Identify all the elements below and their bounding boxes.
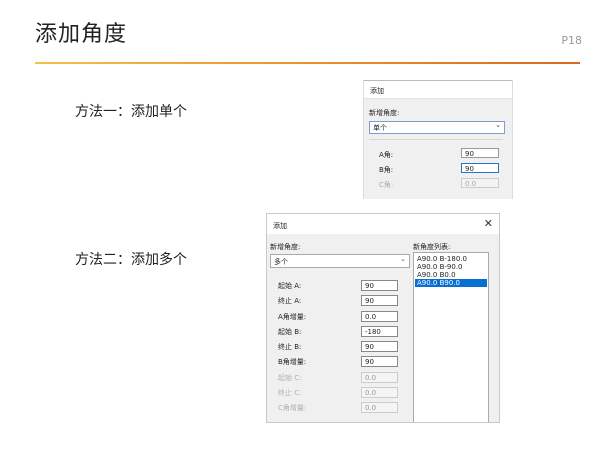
a-increment-label: A角增量: — [278, 313, 307, 321]
dialog-title: 添加 — [273, 222, 287, 230]
mode-select-value: 多个 — [274, 258, 288, 266]
a-angle-input[interactable]: 90 — [461, 148, 499, 158]
end-b-input[interactable]: 90 — [361, 341, 398, 352]
list-item[interactable]: A90.0 B-90.0 — [415, 263, 487, 271]
method-single-heading: 方法一：添加单个 — [75, 104, 187, 120]
end-a-label: 终止 A: — [278, 297, 302, 305]
b-angle-input[interactable]: 90 — [461, 163, 499, 173]
c-angle-label: C角: — [379, 181, 394, 189]
c-increment-input: 0.0 — [361, 402, 398, 413]
new-angle-label: 新增角度: — [369, 109, 400, 117]
end-b-label: 终止 B: — [278, 343, 302, 351]
page-number: P18 — [561, 34, 582, 47]
angle-listbox[interactable]: A90.0 B-180.0 A90.0 B-90.0 A90.0 B0.0 A9… — [413, 252, 489, 422]
end-c-label: 终止 C: — [278, 389, 302, 397]
dialog-title: 添加 — [370, 87, 384, 95]
b-increment-input[interactable]: 90 — [361, 356, 398, 367]
mode-select-value: 单个 — [373, 124, 387, 132]
close-icon[interactable]: ✕ — [484, 217, 493, 230]
start-b-input[interactable]: -180 — [361, 326, 398, 337]
start-c-input: 0.0 — [361, 372, 398, 383]
title-divider — [35, 62, 580, 64]
add-angle-dialog-single: 添加 新增角度: 单个 ⌄ A角: 90 B角: 90 C角: 0.0 — [363, 80, 513, 199]
chevron-down-icon[interactable]: ⌄ — [400, 255, 406, 263]
c-angle-input: 0.0 — [461, 178, 499, 188]
b-angle-label: B角: — [379, 166, 394, 174]
a-increment-input[interactable]: 0.0 — [361, 311, 398, 322]
angle-fields-group: A角: 90 B角: 90 C角: 0.0 — [369, 139, 503, 199]
list-item-selected[interactable]: A90.0 B90.0 — [415, 279, 487, 287]
chevron-down-icon[interactable]: ⌄ — [495, 121, 501, 129]
add-angle-dialog-multiple: 添加 ✕ 新增角度: 多个 ⌄ 起始 A: 90 终止 A: 90 A角增量: … — [266, 213, 500, 423]
end-c-input: 0.0 — [361, 387, 398, 398]
end-a-input[interactable]: 90 — [361, 295, 398, 306]
dialog-titlebar: 添加 ✕ — [267, 214, 499, 234]
a-angle-label: A角: — [379, 151, 394, 159]
start-c-label: 起始 C: — [278, 374, 302, 382]
dialog-titlebar: 添加 — [364, 81, 512, 99]
angle-list-label: 新角度列表: — [413, 243, 451, 251]
new-angle-label: 新增角度: — [270, 243, 301, 251]
b-increment-label: B角增量: — [278, 358, 307, 366]
start-b-label: 起始 B: — [278, 328, 302, 336]
start-a-input[interactable]: 90 — [361, 280, 398, 291]
method-multiple-heading: 方法二：添加多个 — [75, 252, 187, 268]
mode-select[interactable]: 单个 ⌄ — [369, 121, 505, 134]
c-increment-label: C角增量: — [278, 404, 307, 412]
list-item[interactable]: A90.0 B0.0 — [415, 271, 487, 279]
list-item[interactable]: A90.0 B-180.0 — [415, 255, 487, 263]
mode-select[interactable]: 多个 ⌄ — [270, 254, 410, 268]
slide-title: 添加角度 — [35, 22, 128, 47]
start-a-label: 起始 A: — [278, 282, 302, 290]
